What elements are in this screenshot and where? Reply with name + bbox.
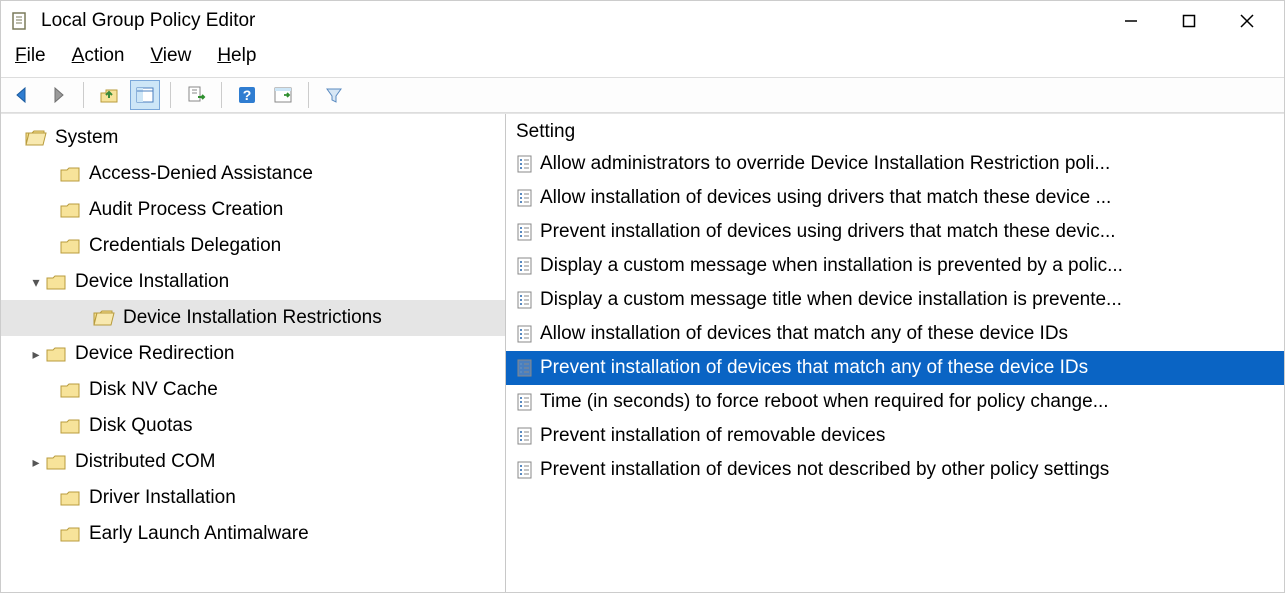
tree-item[interactable]: ▾ Device Installation <box>1 264 505 300</box>
policy-setting-icon <box>514 357 536 379</box>
list-item-label: Allow installation of devices using driv… <box>540 187 1111 209</box>
toolbar: ? <box>1 77 1284 113</box>
folder-icon <box>59 237 81 255</box>
svg-text:?: ? <box>243 87 252 103</box>
menu-action[interactable]: Action <box>72 45 125 67</box>
back-button[interactable] <box>7 80 37 110</box>
tree-item[interactable]: Disk NV Cache <box>1 372 505 408</box>
policy-setting-icon <box>514 153 536 175</box>
content-split: System Access-Denied Assistance Audit Proc… <box>1 113 1284 592</box>
list-row[interactable]: Prevent installation of devices that mat… <box>506 351 1284 385</box>
tree-label: Access-Denied Assistance <box>89 163 313 185</box>
folder-icon <box>59 165 81 183</box>
list-row[interactable]: Display a custom message title when devi… <box>506 283 1284 317</box>
folder-icon <box>45 273 67 291</box>
tree-label: Device Redirection <box>75 343 234 365</box>
policy-setting-icon <box>514 187 536 209</box>
folder-icon <box>59 489 81 507</box>
tree-pane[interactable]: System Access-Denied Assistance Audit Proc… <box>1 114 506 592</box>
folder-icon <box>45 345 67 363</box>
tree-label: Device Installation <box>75 271 229 293</box>
tree-item[interactable]: Early Launch Antimalware <box>1 516 505 552</box>
maximize-button[interactable] <box>1160 1 1218 41</box>
tree-label: Disk Quotas <box>89 415 192 437</box>
tree-label: Disk NV Cache <box>89 379 218 401</box>
policy-setting-icon <box>514 255 536 277</box>
tree-item[interactable]: Access-Denied Assistance <box>1 156 505 192</box>
tree-label: Distributed COM <box>75 451 215 473</box>
list-row[interactable]: Prevent installation of devices using dr… <box>506 215 1284 249</box>
tree-item[interactable]: Disk Quotas <box>1 408 505 444</box>
window-title: Local Group Policy Editor <box>41 10 255 32</box>
filter-button[interactable] <box>319 80 349 110</box>
tree-label: Audit Process Creation <box>89 199 283 221</box>
policy-setting-icon <box>514 323 536 345</box>
folder-open-icon <box>25 129 47 147</box>
list-row[interactable]: Allow installation of devices using driv… <box>506 181 1284 215</box>
tree-item[interactable]: Driver Installation <box>1 480 505 516</box>
folder-icon <box>59 525 81 543</box>
tree-root[interactable]: System <box>1 120 505 156</box>
close-button[interactable] <box>1218 1 1276 41</box>
details-pane-button[interactable] <box>130 80 160 110</box>
minimize-button[interactable] <box>1102 1 1160 41</box>
window: Local Group Policy Editor File Action Vi… <box>0 0 1285 593</box>
forward-button[interactable] <box>43 80 73 110</box>
list-row[interactable]: Allow administrators to override Device … <box>506 147 1284 181</box>
list-item-label: Prevent installation of devices using dr… <box>540 221 1116 243</box>
menu-help[interactable]: Help <box>217 45 256 67</box>
folder-icon <box>59 201 81 219</box>
export-list-button[interactable] <box>181 80 211 110</box>
list-column-header[interactable]: Setting <box>506 114 1284 147</box>
tree-item[interactable]: Device Installation Restrictions <box>1 300 505 336</box>
policy-setting-icon <box>514 459 536 481</box>
list-item-label: Allow installation of devices that match… <box>540 323 1068 345</box>
list-item-label: Display a custom message when installati… <box>540 255 1123 277</box>
expander-icon[interactable]: ▸ <box>29 454 43 471</box>
menu-view[interactable]: View <box>150 45 191 67</box>
list-item-label: Prevent installation of removable device… <box>540 425 885 447</box>
show-pane-button[interactable] <box>268 80 298 110</box>
tree-item[interactable]: ▸ Device Redirection <box>1 336 505 372</box>
expander-icon[interactable]: ▸ <box>29 346 43 363</box>
titlebar: Local Group Policy Editor <box>1 1 1284 41</box>
list-row[interactable]: Prevent installation of devices not desc… <box>506 453 1284 487</box>
list-row[interactable]: Allow installation of devices that match… <box>506 317 1284 351</box>
help-button[interactable]: ? <box>232 80 262 110</box>
policy-setting-icon <box>514 391 536 413</box>
menubar: File Action View Help <box>1 41 1284 77</box>
folder-icon <box>93 309 115 327</box>
tree-item[interactable]: Audit Process Creation <box>1 192 505 228</box>
list-item-label: Prevent installation of devices not desc… <box>540 459 1109 481</box>
tree-item[interactable]: ▸ Distributed COM <box>1 444 505 480</box>
tree-label: Driver Installation <box>89 487 236 509</box>
tree-label: System <box>55 127 118 149</box>
expander-icon[interactable]: ▾ <box>29 274 43 291</box>
tree-label: Device Installation Restrictions <box>123 307 382 329</box>
list-row[interactable]: Prevent installation of removable device… <box>506 419 1284 453</box>
list-pane: Setting Allow administrators to override… <box>506 114 1284 592</box>
menu-file[interactable]: File <box>15 45 46 67</box>
list-item-label: Prevent installation of devices that mat… <box>540 357 1088 379</box>
up-button[interactable] <box>94 80 124 110</box>
tree-item[interactable]: Credentials Delegation <box>1 228 505 264</box>
policy-setting-icon <box>514 221 536 243</box>
folder-icon <box>45 453 67 471</box>
list-row[interactable]: Display a custom message when installati… <box>506 249 1284 283</box>
tree-label: Early Launch Antimalware <box>89 523 309 545</box>
tree-label: Credentials Delegation <box>89 235 281 257</box>
policy-setting-icon <box>514 425 536 447</box>
list-item-label: Display a custom message title when devi… <box>540 289 1122 311</box>
folder-icon <box>59 381 81 399</box>
list-item-label: Time (in seconds) to force reboot when r… <box>540 391 1109 413</box>
policy-setting-icon <box>514 289 536 311</box>
app-icon <box>9 10 31 32</box>
folder-icon <box>59 417 81 435</box>
list-item-label: Allow administrators to override Device … <box>540 153 1110 175</box>
list-row[interactable]: Time (in seconds) to force reboot when r… <box>506 385 1284 419</box>
